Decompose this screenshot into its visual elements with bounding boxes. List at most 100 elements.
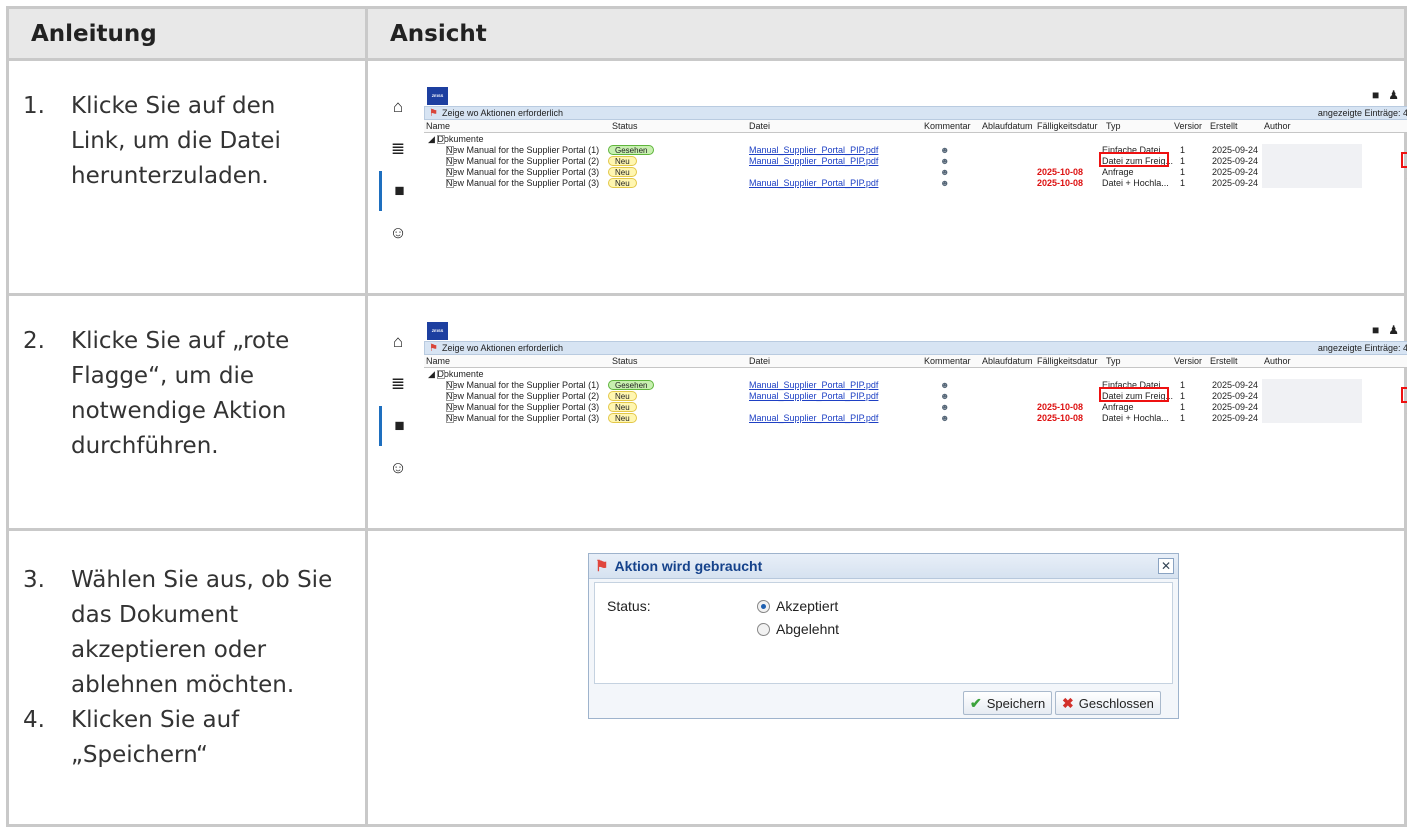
document-icon — [437, 370, 446, 379]
column-header-cell[interactable]: Status — [612, 356, 638, 366]
document-icon — [446, 381, 454, 390]
radio-selected-icon[interactable] — [757, 599, 770, 613]
comment-icon[interactable]: ☻ — [940, 145, 949, 155]
column-header-cell[interactable]: Typ — [1106, 121, 1121, 131]
red-flag-icon[interactable]: ⚑ — [429, 343, 438, 354]
created-cell: 2025-09-24 — [1212, 156, 1259, 166]
home-button[interactable]: ⌂ — [379, 322, 417, 362]
document-icon — [446, 146, 454, 155]
file-link[interactable]: Manual_Supplier_Portal_PIP.pdf — [749, 413, 878, 423]
row-name-text: New Manual for the Supplier Portal (1) — [446, 380, 600, 390]
radio-icon[interactable] — [757, 622, 770, 636]
file-link[interactable]: Manual_Supplier_Portal_PIP.pdf — [749, 178, 878, 188]
column-header-cell[interactable]: Fälligkeitsdatur — [1037, 356, 1098, 366]
version-cell: 1 — [1180, 413, 1186, 423]
radio-akzeptiert[interactable]: Akzeptiert — [757, 598, 838, 614]
comment-icon[interactable]: ☻ — [940, 402, 949, 412]
documents-button[interactable]: ■ — [379, 406, 417, 446]
file-link[interactable]: Manual_Supplier_Portal_PIP.pdf — [749, 145, 878, 155]
column-header-cell[interactable]: Name — [426, 356, 450, 366]
help-hand-button[interactable]: ☺ — [379, 213, 417, 253]
save-button[interactable]: ✔ Speichern — [963, 691, 1053, 715]
row-name-text: New Manual for the Supplier Portal (1) — [446, 145, 600, 155]
action-dialog: ⚑ Aktion wird gebraucht ✕ Status: Akzept… — [588, 553, 1179, 719]
top-icons: ■♟ — [1372, 323, 1407, 337]
step-text: Klicke Sie auf den Link, um die Datei heru… — [71, 93, 281, 189]
column-header-cell[interactable]: Author — [1264, 356, 1291, 366]
created-cell: 2025-09-24 — [1212, 167, 1259, 177]
window-icon[interactable]: ■ — [1372, 323, 1388, 337]
help-hand-button[interactable]: ☺ — [379, 448, 417, 488]
folder-row[interactable]: ◢ Dokumente — [424, 368, 1407, 379]
column-header-cell[interactable]: Kommentar — [924, 121, 971, 131]
document-icon — [446, 168, 454, 177]
table-row[interactable]: New Manual for the Supplier Portal (3) Ne… — [424, 177, 1407, 189]
home-button[interactable]: ⌂ — [379, 87, 417, 127]
column-header-cell[interactable]: Status — [612, 121, 638, 131]
column-header-cell[interactable]: Datei — [749, 121, 770, 131]
documents-button[interactable]: ■ — [379, 171, 417, 211]
version-cell: 1 — [1180, 178, 1186, 188]
radio-abgelehnt[interactable]: Abgelehnt — [757, 621, 839, 637]
table-row[interactable]: New Manual for the Supplier Portal (3) Ne… — [424, 166, 1407, 178]
status-badge: Neu — [608, 402, 637, 412]
document-icon — [446, 392, 454, 401]
step-cell: 2. Klicke Sie auf „rote Flagge“, um die no… — [6, 293, 368, 531]
comment-icon[interactable]: ☻ — [940, 178, 949, 188]
column-header-cell[interactable]: Erstellt — [1210, 356, 1238, 366]
column-header: Name Status Datei Kommentar Ablaufdatum Fälli… — [424, 355, 1407, 368]
file-link[interactable]: Manual_Supplier_Portal_PIP.pdf — [749, 391, 878, 401]
table-row[interactable]: New Manual for the Supplier Portal (2) Ne… — [424, 155, 1407, 167]
column-header-cell[interactable]: Fälligkeitsdatur — [1037, 121, 1098, 131]
column-header-cell[interactable]: Datei — [749, 356, 770, 366]
column-header-cell[interactable]: Versior — [1174, 121, 1202, 131]
column-header-cell[interactable]: Erstellt — [1210, 121, 1238, 131]
due-date: 2025-10-08 — [1037, 167, 1084, 177]
row-name-text: New Manual for the Supplier Portal (3) — [446, 413, 600, 423]
column-header-cell[interactable]: Typ — [1106, 356, 1121, 366]
file-link[interactable]: Manual_Supplier_Portal_PIP.pdf — [749, 380, 878, 390]
column-header-cell[interactable]: Ablaufdatum — [982, 121, 1033, 131]
sidebar: ⌂ ≣ ■ ☺ — [379, 320, 417, 505]
comment-icon[interactable]: ☻ — [940, 380, 949, 390]
close-button[interactable]: ✖ Geschlossen — [1055, 691, 1161, 715]
entries-count: angezeigte Einträge: 4 — [1317, 108, 1407, 118]
table-row[interactable]: New Manual for the Supplier Portal (1) Ge… — [424, 379, 1407, 390]
folder-row[interactable]: ◢ Dokumente — [424, 133, 1407, 144]
close-icon[interactable]: ✕ — [1158, 558, 1174, 574]
column-header-cell[interactable]: Kommentar — [924, 356, 971, 366]
step-item: 2. Klicke Sie auf „rote Flagge“, um die no… — [23, 324, 355, 464]
filter-label[interactable]: Zeige wo Aktionen erforderlich — [442, 108, 563, 118]
table-row[interactable]: New Manual for the Supplier Portal (2) Ne… — [424, 390, 1407, 402]
filter-bar: ⚑ Zeige wo Aktionen erforderlich angezeigt… — [424, 341, 1407, 355]
column-header-cell[interactable]: Versior — [1174, 356, 1202, 366]
comment-icon[interactable]: ☻ — [940, 167, 949, 177]
table-row[interactable]: New Manual for the Supplier Portal (3) Ne… — [424, 401, 1407, 413]
user-icon[interactable]: ♟ — [1388, 88, 1407, 102]
highlight-type-box — [1099, 152, 1169, 167]
user-icon[interactable]: ♟ — [1388, 323, 1407, 337]
column-header-cell[interactable]: Author — [1264, 121, 1291, 131]
window-icon[interactable]: ■ — [1372, 88, 1388, 102]
comment-icon[interactable]: ☻ — [940, 156, 949, 166]
type-cell: Datei + Hochla... — [1102, 178, 1169, 188]
file-link[interactable]: Manual_Supplier_Portal_PIP.pdf — [749, 156, 878, 166]
column-header-cell[interactable]: Name — [426, 121, 450, 131]
comment-icon[interactable]: ☻ — [940, 391, 949, 401]
radio-label: Akzeptiert — [776, 598, 839, 614]
home-icon: ⌂ — [392, 97, 404, 116]
version-cell: 1 — [1180, 380, 1186, 390]
red-flag-icon[interactable]: ⚑ — [429, 108, 438, 119]
step-text: Klicke Sie auf „rote Flagge“, um die notwe… — [71, 328, 290, 459]
column-header-cell[interactable]: Ablaufdatum — [982, 356, 1033, 366]
status-badge: Neu — [608, 413, 637, 423]
table-row[interactable]: New Manual for the Supplier Portal (3) Ne… — [424, 412, 1407, 424]
version-cell: 1 — [1180, 391, 1186, 401]
database-button[interactable]: ≣ — [379, 364, 417, 404]
filter-label[interactable]: Zeige wo Aktionen erforderlich — [442, 343, 563, 353]
database-button[interactable]: ≣ — [379, 129, 417, 169]
table-row[interactable]: New Manual for the Supplier Portal (1) Ge… — [424, 144, 1407, 155]
comment-icon[interactable]: ☻ — [940, 413, 949, 423]
dialog-title: Aktion wird gebraucht — [614, 558, 763, 574]
step-cell: 3. Wählen Sie aus, ob Sie das Dokument akz… — [6, 528, 368, 827]
